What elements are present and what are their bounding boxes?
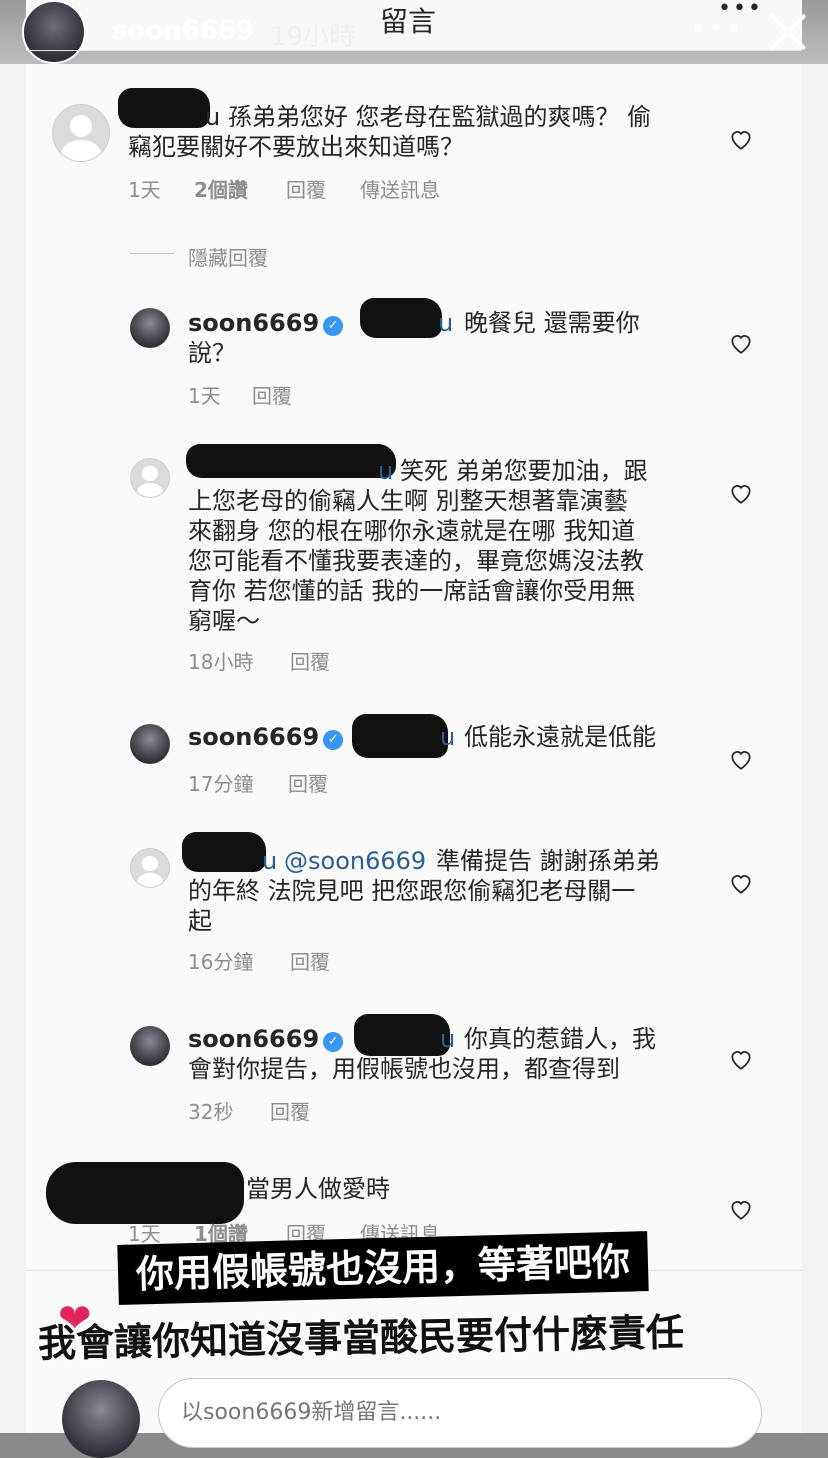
comment-time: 32秒 <box>188 1100 234 1124</box>
comment-text: 說？ <box>188 339 236 367</box>
heart-outline-icon[interactable] <box>728 330 754 356</box>
add-comment-input[interactable] <box>158 1378 762 1448</box>
avatar[interactable] <box>130 1026 170 1066</box>
redacted-username <box>182 832 266 872</box>
mention-tail[interactable]: u <box>262 846 277 876</box>
heart-outline-icon[interactable] <box>728 480 754 506</box>
hide-replies-button[interactable]: 隱藏回覆 <box>188 242 268 271</box>
comment-text: 會對你提告，用假帳號也沒用，都查得到 <box>188 1055 620 1083</box>
heart-outline-icon[interactable] <box>728 870 754 896</box>
comment-text: 笑死 弟弟您要加油，跟 <box>400 457 648 485</box>
comment-time: 17分鐘 <box>188 772 254 796</box>
avatar[interactable] <box>130 724 170 764</box>
redacted-username <box>118 88 210 128</box>
mention-tail[interactable]: u <box>378 456 393 486</box>
avatar[interactable] <box>130 458 170 498</box>
avatar[interactable] <box>130 308 170 348</box>
heart-outline-icon[interactable] <box>728 1046 754 1072</box>
redacted-mention <box>354 1014 450 1056</box>
comment-time: 16分鐘 <box>188 950 254 974</box>
comment-text: 晚餐兒 還需要你 <box>464 309 640 337</box>
story-avatar[interactable] <box>22 0 86 64</box>
comment-text: 低能永遠就是低能 <box>464 723 656 751</box>
header-divider <box>26 50 802 51</box>
verified-badge-icon: ✓ <box>323 316 344 336</box>
comment-text: 起 <box>188 907 212 935</box>
comment-text: 窮喔～ <box>188 607 260 635</box>
likes-count[interactable]: 2個讚 <box>194 174 248 203</box>
verified-badge-icon: ✓ <box>323 730 344 750</box>
comment-time: 1天 <box>128 1222 161 1246</box>
avatar[interactable] <box>130 848 170 888</box>
comment-time: 18小時 <box>188 650 254 674</box>
redacted-username <box>186 444 396 478</box>
commenter-avatar[interactable] <box>52 104 110 162</box>
redacted-mention <box>360 298 442 338</box>
mention-tail[interactable]: u <box>440 1024 455 1054</box>
verified-badge-icon: ✓ <box>323 1032 344 1052</box>
more-dots-icon[interactable]: ••• <box>690 14 745 44</box>
reply-button[interactable]: 回覆 <box>290 646 330 675</box>
comment-text: 的年終 法院見吧 把您跟您偷竊犯老母關一 <box>188 877 636 905</box>
story-username[interactable]: soon6669 <box>112 16 254 46</box>
comment-text: 育你 若您懂的話 我的一席話會讓你受用無 <box>188 577 636 605</box>
mention-link[interactable]: @soon6669 <box>284 846 426 876</box>
comment-text: 你真的惹錯人，我 <box>464 1025 656 1053</box>
panel-title: 留言 <box>380 5 437 38</box>
reply-button[interactable]: 回覆 <box>288 768 328 797</box>
comment-time: 1天 <box>128 178 161 202</box>
comment-text: 準備提告 謝謝孫弟弟 <box>436 847 660 875</box>
comment-text: 來翻身 您的根在哪你永遠就是在哪 我知道 <box>188 517 636 545</box>
heart-outline-icon[interactable] <box>728 1196 754 1222</box>
comment-text: 上您老母的偷竊人生啊 別整天想著靠演藝 <box>188 487 628 515</box>
reply-button[interactable]: 回覆 <box>290 946 330 975</box>
mention-tail[interactable]: u <box>440 722 455 752</box>
heart-outline-icon[interactable] <box>728 746 754 772</box>
comment-text: 當男人做愛時 <box>246 1175 390 1203</box>
reply-button[interactable]: 回覆 <box>270 1096 310 1125</box>
heart-outline-icon[interactable] <box>728 126 754 152</box>
redacted-user <box>46 1162 244 1224</box>
hide-replies-line <box>130 253 174 254</box>
current-user-avatar <box>62 1380 140 1458</box>
comment-username[interactable]: soon6669 ✓ <box>188 308 347 338</box>
redacted-mention <box>352 714 448 758</box>
comment-text: 您可能看不懂我要表達的，畢竟您媽沒法教 <box>188 547 644 575</box>
mention-tail[interactable]: u <box>438 308 453 338</box>
reply-button[interactable]: 回覆 <box>252 380 292 409</box>
close-icon[interactable] <box>766 10 810 54</box>
comment-text: u 孫弟弟您好 您老母在監獄過的爽嗎？ 偷 <box>205 103 652 131</box>
comment-username[interactable]: soon6669 ✓ <box>188 1024 347 1054</box>
comment-text: 竊犯要關好不要放出來知道嗎？ <box>128 133 464 161</box>
send-message-button[interactable]: 傳送訊息 <box>360 174 440 203</box>
comment-time: 1天 <box>188 384 221 408</box>
story-time: 19小時 <box>270 22 356 52</box>
comment-username[interactable]: soon6669 ✓ <box>188 722 347 752</box>
reply-button[interactable]: 回覆 <box>286 174 326 203</box>
